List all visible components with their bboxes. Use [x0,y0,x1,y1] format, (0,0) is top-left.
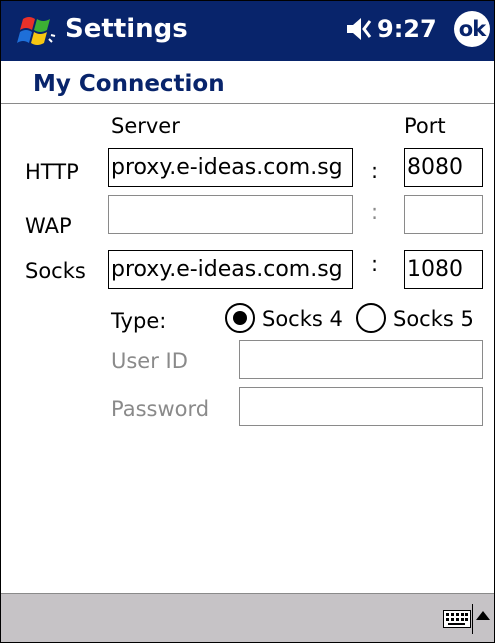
keyboard-icon[interactable] [443,610,471,628]
radio-selected-dot [233,311,247,325]
up-arrow-icon[interactable] [476,611,490,620]
heading-divider [1,103,494,104]
socks-type-label: Type: [111,309,167,333]
window-title: Settings [65,14,188,44]
port-column-header: Port [404,114,446,138]
page-title: My Connection [33,71,225,97]
speaker-icon[interactable] [345,14,373,44]
http-server-input[interactable]: proxy.e-ideas.com.sg [108,148,353,187]
socks5-radio-label[interactable]: Socks 5 [393,306,474,332]
wap-port-separator: : [371,200,379,224]
socks-server-input[interactable]: proxy.e-ideas.com.sg [108,250,353,289]
title-bar: Settings 9:27 ok [1,1,494,61]
wap-label: WAP [25,214,72,238]
password-label: Password [111,397,210,421]
ok-button[interactable]: ok [454,11,490,47]
user-id-label: User ID [111,349,188,373]
http-port-separator: : [371,159,379,183]
socks4-radio-label[interactable]: Socks 4 [262,306,343,332]
settings-window: Settings 9:27 ok My Connection Server Po… [0,0,495,643]
http-label: HTTP [25,160,79,184]
server-column-header: Server [111,114,180,138]
socks-label: Socks [25,259,86,283]
http-port-input[interactable]: 8080 [404,148,483,187]
user-id-input[interactable] [239,340,483,379]
wap-port-input[interactable] [404,195,483,234]
socks4-radio[interactable] [225,303,255,333]
password-input[interactable] [239,387,483,426]
command-bar [1,593,494,642]
socks-port-input[interactable]: 1080 [404,250,483,289]
sip-divider [472,604,473,634]
clock-time[interactable]: 9:27 [377,12,437,46]
wap-server-input[interactable] [108,195,353,234]
socks5-radio[interactable] [356,303,386,333]
socks-port-separator: : [371,252,379,276]
windows-flag-icon[interactable] [15,9,59,53]
